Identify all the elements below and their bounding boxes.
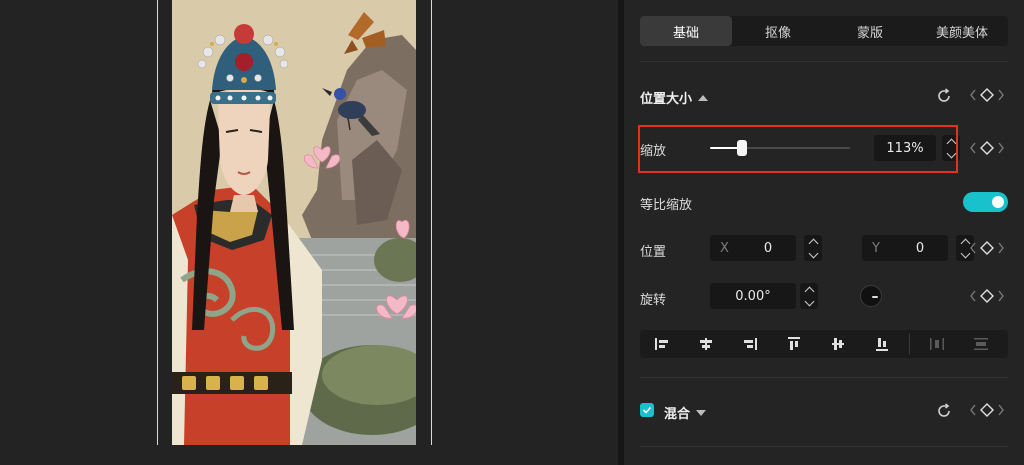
- blend-keyframe: [968, 403, 1006, 417]
- position-x-value: 0: [763, 240, 773, 256]
- align-center-h-icon[interactable]: [684, 330, 728, 358]
- tab-cutout[interactable]: 抠像: [732, 16, 824, 46]
- distribute-v-icon[interactable]: [959, 330, 1003, 358]
- uniform-scale-label: 等比缩放: [640, 198, 693, 213]
- reset-icon[interactable]: [935, 402, 953, 420]
- scale-value: 113%: [886, 140, 924, 156]
- position-x-input[interactable]: X 0: [710, 235, 796, 261]
- keyframe-diamond-icon[interactable]: [980, 88, 994, 102]
- align-top-icon[interactable]: [772, 330, 816, 358]
- tab-basic[interactable]: 基础: [640, 16, 732, 46]
- keyframe-diamond-icon[interactable]: [980, 403, 994, 417]
- next-keyframe-icon[interactable]: [996, 403, 1006, 417]
- rotation-dial-indicator: [872, 296, 878, 298]
- position-y-input[interactable]: Y 0: [862, 235, 948, 261]
- blend-checkbox[interactable]: [640, 403, 654, 417]
- section-divider: [640, 446, 1008, 447]
- rotation-keyframe: [968, 289, 1006, 303]
- align-left-icon[interactable]: [640, 330, 684, 358]
- blend-title: 混合: [664, 407, 691, 422]
- position-size-keyframe: [968, 88, 1006, 102]
- section-divider: [640, 61, 1008, 62]
- x-axis-label: X: [720, 240, 729, 256]
- scale-slider-thumb[interactable]: [737, 140, 748, 156]
- next-keyframe-icon[interactable]: [996, 289, 1006, 303]
- position-x-stepper[interactable]: [804, 235, 822, 261]
- position-keyframe: [968, 241, 1006, 255]
- next-keyframe-icon[interactable]: [996, 88, 1006, 102]
- alignment-toolbar: [640, 330, 1008, 358]
- section-divider: [640, 377, 1008, 378]
- toggle-knob: [992, 196, 1004, 208]
- expand-caret-icon: [696, 409, 707, 416]
- position-size-section-header[interactable]: 位置大小: [640, 88, 709, 107]
- tab-mask[interactable]: 蒙版: [824, 16, 916, 46]
- align-right-icon[interactable]: [728, 330, 772, 358]
- tab-beauty[interactable]: 美颜美体: [916, 16, 1008, 46]
- rotation-stepper[interactable]: [800, 283, 818, 309]
- prev-keyframe-icon[interactable]: [968, 289, 978, 303]
- y-axis-label: Y: [872, 240, 880, 256]
- position-y-value: 0: [915, 240, 925, 256]
- property-tabs: 基础 抠像 蒙版 美颜美体: [640, 16, 1008, 46]
- scale-stepper[interactable]: [942, 135, 960, 161]
- distribute-h-icon[interactable]: [915, 330, 959, 358]
- prev-keyframe-icon[interactable]: [968, 403, 978, 417]
- scale-label: 缩放: [640, 144, 667, 159]
- keyframe-diamond-icon[interactable]: [980, 241, 994, 255]
- video-preview-area: [0, 0, 618, 465]
- scale-slider[interactable]: [710, 140, 850, 156]
- align-center-v-icon[interactable]: [816, 330, 860, 358]
- scale-keyframe: [968, 141, 1006, 155]
- inspector-panel: 基础 抠像 蒙版 美颜美体 位置大小 缩放 113% 等比缩放 位置 X 0 Y…: [624, 0, 1024, 465]
- toolbar-separator: [909, 334, 910, 354]
- rotation-input[interactable]: 0.00°: [710, 283, 796, 309]
- prev-keyframe-icon[interactable]: [968, 241, 978, 255]
- position-label: 位置: [640, 245, 667, 260]
- uniform-scale-toggle[interactable]: [963, 192, 1008, 212]
- collapse-caret-icon: [698, 94, 709, 101]
- portrait-illustration: [172, 0, 416, 445]
- keyframe-diamond-icon[interactable]: [980, 141, 994, 155]
- rotation-label: 旋转: [640, 293, 667, 308]
- next-keyframe-icon[interactable]: [996, 141, 1006, 155]
- rotation-dial[interactable]: [860, 285, 882, 307]
- prev-keyframe-icon[interactable]: [968, 141, 978, 155]
- reset-icon[interactable]: [935, 87, 953, 105]
- next-keyframe-icon[interactable]: [996, 241, 1006, 255]
- preview-image[interactable]: [172, 0, 416, 445]
- keyframe-diamond-icon[interactable]: [980, 289, 994, 303]
- prev-keyframe-icon[interactable]: [968, 88, 978, 102]
- align-bottom-icon[interactable]: [860, 330, 904, 358]
- scale-input[interactable]: 113%: [874, 135, 936, 161]
- position-size-title: 位置大小: [640, 92, 693, 107]
- rotation-value: 0.00°: [735, 288, 771, 304]
- blend-section-header[interactable]: 混合: [664, 403, 707, 422]
